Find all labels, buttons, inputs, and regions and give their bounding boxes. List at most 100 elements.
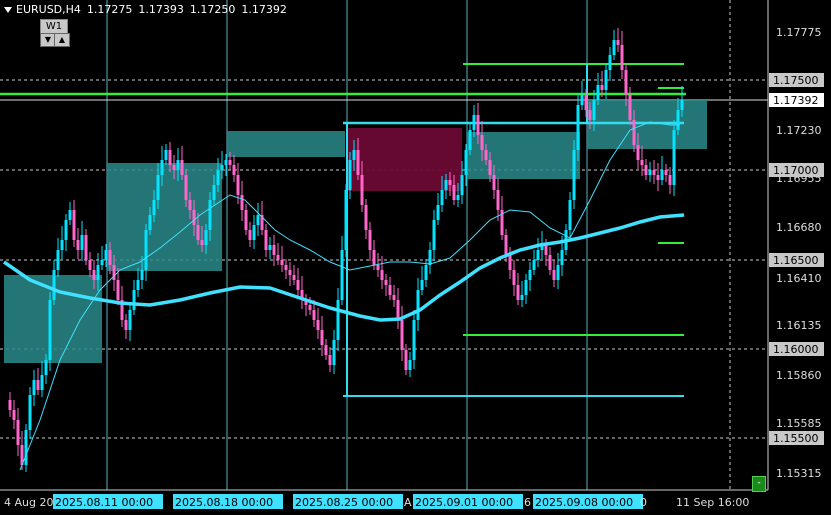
- candle-body: [392, 295, 396, 300]
- candle-body: [504, 235, 508, 255]
- candle-body: [56, 250, 60, 270]
- time-label: A: [404, 496, 412, 509]
- candle-body: [672, 130, 676, 185]
- candle-body: [96, 265, 100, 280]
- candle-body: [636, 145, 640, 160]
- candle-body: [516, 285, 520, 300]
- candle-body: [128, 310, 132, 330]
- candle-body: [152, 200, 156, 215]
- candle-body: [620, 45, 624, 70]
- zone-2: [107, 163, 222, 271]
- candle-body: [104, 250, 108, 260]
- candle-body: [644, 165, 648, 175]
- candle-body: [352, 150, 356, 160]
- chart-menu-icon[interactable]: [4, 7, 12, 13]
- candle-body: [528, 270, 532, 280]
- candle-body: [272, 245, 276, 255]
- candle-body: [68, 210, 72, 220]
- candle-body: [36, 380, 40, 390]
- candle-body: [256, 215, 260, 225]
- candle-body: [604, 70, 608, 90]
- zone-6: [587, 100, 707, 149]
- candle-body: [640, 160, 644, 165]
- candle-body: [464, 150, 468, 175]
- key-levels: [0, 63, 686, 397]
- candle-body: [232, 165, 236, 175]
- candle-body: [364, 205, 368, 230]
- candle-body: [340, 250, 344, 300]
- candle-body: [576, 105, 580, 150]
- candle-body: [48, 300, 52, 360]
- candle-body: [372, 250, 376, 265]
- candle-body: [196, 225, 200, 240]
- candle-body: [488, 160, 492, 175]
- candle-body: [296, 280, 300, 290]
- candle-body: [276, 255, 280, 260]
- candle-body: [188, 200, 192, 210]
- level-label: 1.15500: [773, 432, 819, 445]
- candle-body: [28, 395, 32, 430]
- candle-body: [480, 135, 484, 150]
- candle-body: [264, 230, 268, 250]
- candle-body: [224, 160, 228, 165]
- candle-body: [424, 265, 428, 280]
- price-tick: 1.15315: [776, 467, 822, 480]
- candle-body: [380, 270, 384, 280]
- time-label: 2025.08.18 00:00: [175, 496, 273, 509]
- price-tick: 1.16410: [776, 272, 822, 285]
- corner-toggle-button[interactable]: -: [752, 476, 766, 492]
- candle-body: [212, 185, 216, 200]
- candle-body: [544, 245, 548, 255]
- candle-body: [584, 95, 588, 110]
- candle-body: [312, 310, 316, 320]
- candle-body: [456, 195, 460, 200]
- candle-body: [612, 40, 616, 55]
- candle-body: [348, 160, 352, 190]
- candle-body: [76, 240, 80, 250]
- candle-body: [524, 280, 528, 295]
- candle-body: [492, 175, 496, 190]
- candle-body: [324, 345, 328, 355]
- candle-body: [428, 250, 432, 265]
- candle-body: [268, 245, 272, 250]
- candle-body: [440, 190, 444, 205]
- candle-body: [216, 170, 220, 185]
- candle-body: [396, 300, 400, 320]
- candle-body: [452, 185, 456, 200]
- timeframe-label[interactable]: W1: [40, 19, 68, 34]
- candle-body: [332, 340, 336, 365]
- candle-body: [248, 230, 252, 240]
- candle-body: [228, 160, 232, 165]
- candle-body: [72, 210, 76, 240]
- level-label: 1.17500: [773, 74, 819, 87]
- candle-body: [572, 150, 576, 200]
- candle-body: [568, 200, 572, 230]
- candle-body: [136, 280, 140, 290]
- candle-body: [280, 260, 284, 265]
- candle-body: [508, 255, 512, 270]
- candle-body: [476, 115, 480, 135]
- timeframe-up-button[interactable]: ▲: [54, 33, 70, 47]
- candle-body: [520, 295, 524, 300]
- candle-body: [40, 375, 44, 390]
- candle-body: [552, 270, 556, 280]
- candle-body: [148, 215, 152, 230]
- time-label: 4 Aug 20: [4, 496, 53, 509]
- time-axis: 4 Aug 20 2025.08.11 00:00 2025.08.18 00:00…: [0, 489, 768, 509]
- candle-body: [408, 360, 412, 370]
- candle-body: [80, 235, 84, 250]
- high-value: 1.17393: [138, 3, 184, 16]
- zone-5: [467, 132, 580, 179]
- candle-body: [144, 230, 148, 270]
- candle-body: [308, 305, 312, 310]
- candle-body: [412, 320, 416, 360]
- price-chart[interactable]: 1.177751.172301.169551.166801.164101.161…: [0, 0, 831, 515]
- price-tick: 1.17230: [776, 124, 822, 137]
- candle-body: [608, 55, 612, 70]
- time-label: 2025.08.11 00:00: [55, 496, 153, 509]
- price-tick: 1.16680: [776, 221, 822, 234]
- candle-body: [664, 170, 668, 175]
- candle-body: [616, 40, 620, 45]
- candle-body: [236, 175, 240, 195]
- candle-body: [124, 320, 128, 330]
